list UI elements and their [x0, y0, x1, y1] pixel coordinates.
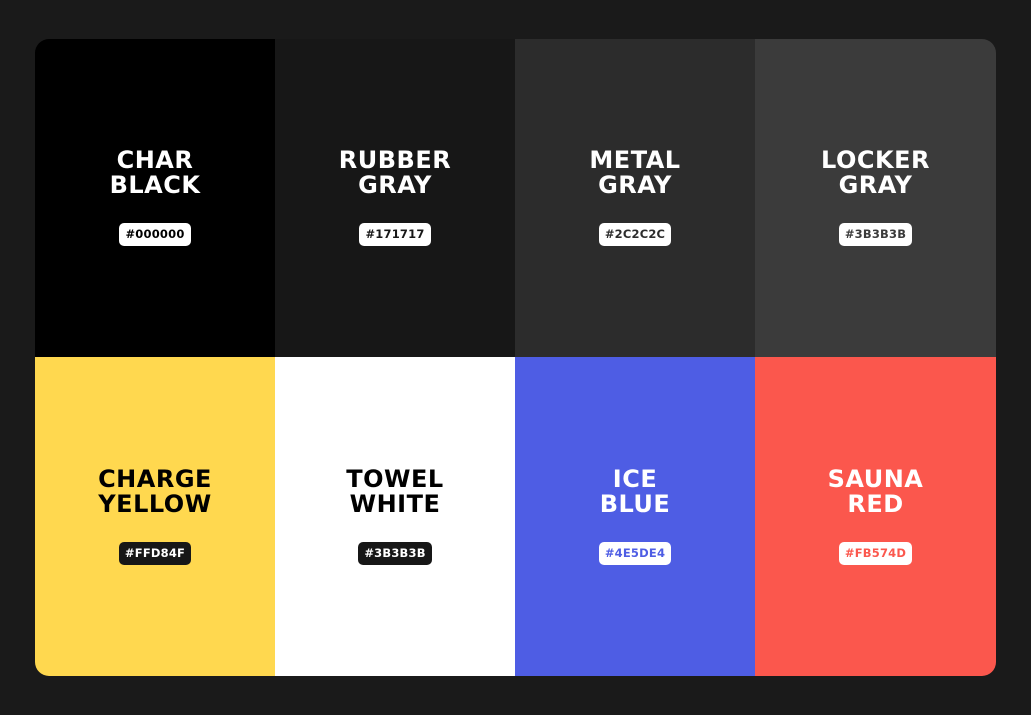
- swatch-name: LOCKER GRAY: [821, 148, 930, 198]
- swatch-name-line2: WHITE: [349, 489, 441, 518]
- swatch-name-line2: GRAY: [598, 171, 672, 199]
- swatch-name: RUBBER GRAY: [339, 148, 451, 198]
- swatch-name-line2: BLACK: [109, 171, 201, 199]
- hex-badge: #2C2C2C: [598, 223, 672, 246]
- color-palette: CHAR BLACK #000000 RUBBER GRAY #171717 M…: [35, 39, 996, 676]
- swatch-name-line1: METAL: [589, 146, 681, 174]
- swatch-charge-yellow: CHARGE YELLOW #FFD84F: [35, 357, 275, 676]
- swatch-name-line2: YELLOW: [98, 489, 212, 518]
- swatch-name-line2: GRAY: [838, 171, 913, 199]
- swatch-name: CHAR BLACK: [110, 148, 201, 198]
- swatch-name-line2: GRAY: [358, 171, 432, 199]
- swatch-name-line2: RED: [847, 489, 904, 518]
- swatch-towel-white: TOWEL WHITE #3B3B3B: [275, 357, 515, 676]
- swatch-name: TOWEL WHITE: [346, 464, 444, 518]
- swatch-name-line1: CHAR: [116, 146, 194, 174]
- hex-badge: #FB574D: [838, 541, 913, 565]
- swatch-name-line1: ICE: [612, 464, 658, 493]
- swatch-name: METAL GRAY: [589, 148, 680, 198]
- hex-badge: #171717: [359, 223, 431, 246]
- swatch-name-line1: TOWEL: [346, 464, 444, 493]
- swatch-name-line1: LOCKER: [821, 146, 930, 174]
- hex-badge: #4E5DE4: [598, 541, 672, 565]
- swatch-metal-gray: METAL GRAY #2C2C2C: [515, 39, 755, 357]
- swatch-name-line1: SAUNA: [827, 464, 924, 493]
- hex-badge: #3B3B3B: [358, 541, 432, 565]
- swatch-name-line1: CHARGE: [98, 464, 212, 493]
- swatch-name: SAUNA RED: [827, 464, 924, 518]
- swatch-ice-blue: ICE BLUE #4E5DE4: [515, 357, 755, 676]
- hex-badge: #000000: [119, 223, 191, 246]
- hex-badge: #3B3B3B: [838, 223, 913, 246]
- swatch-name: ICE BLUE: [599, 464, 671, 518]
- swatch-name-line1: RUBBER: [338, 146, 452, 174]
- swatch-name: CHARGE YELLOW: [98, 464, 212, 518]
- swatch-char-black: CHAR BLACK #000000: [35, 39, 275, 357]
- swatch-sauna-red: SAUNA RED #FB574D: [755, 357, 996, 676]
- swatch-name-line2: BLUE: [599, 489, 671, 518]
- hex-badge: #FFD84F: [118, 541, 192, 565]
- swatch-rubber-gray: RUBBER GRAY #171717: [275, 39, 515, 357]
- swatch-locker-gray: LOCKER GRAY #3B3B3B: [755, 39, 996, 357]
